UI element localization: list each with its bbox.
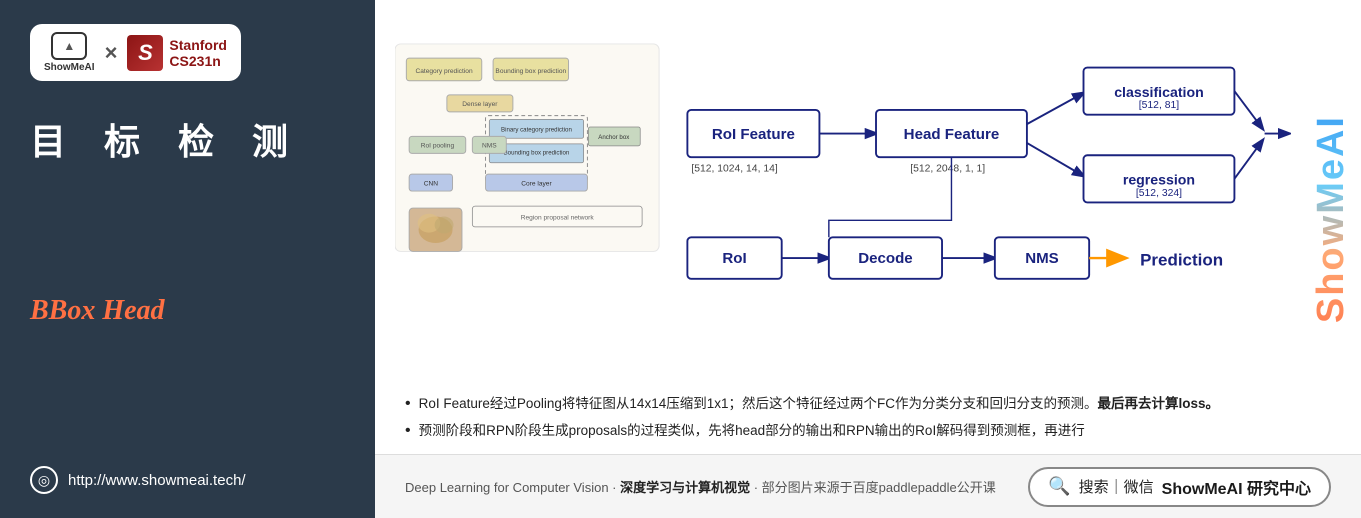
bullet-2-text: 预测阶段和RPN阶段生成proposals的过程类似，先将head部分的输出和R…: [419, 420, 1085, 442]
svg-text:regression: regression: [1123, 171, 1195, 187]
showmeai-icon: [51, 32, 87, 60]
website-url: http://www.showmeai.tech/: [68, 472, 246, 489]
logo-area: ShowMeAI × S Stanford CS231n: [30, 24, 241, 81]
svg-text:Bounding box prediction: Bounding box prediction: [504, 149, 570, 156]
bullet-dot-2: •: [405, 420, 411, 442]
stanford-letter: S: [127, 35, 163, 71]
link-icon: ◎: [30, 466, 58, 494]
right-panel: ShowMeAI Category prediction Bounding bo…: [375, 0, 1361, 518]
bbox-head-title: BBox Head: [30, 295, 165, 327]
svg-text:Core layer: Core layer: [521, 180, 552, 187]
svg-text:RoI pooling: RoI pooling: [421, 143, 455, 150]
svg-text:[512, 81]: [512, 81]: [1139, 100, 1179, 111]
content-text: • RoI Feature经过Pooling将特征图从14x14压缩到1x1；然…: [375, 385, 1361, 454]
showmeai-logo: ShowMeAI: [44, 32, 95, 73]
stanford-course: CS231n: [169, 53, 227, 69]
search-icon: 🔍: [1048, 476, 1070, 497]
times-sign: ×: [105, 40, 118, 66]
diagram-area: Category prediction Bounding box predict…: [375, 0, 1361, 385]
svg-text:[512, 324]: [512, 324]: [1136, 188, 1182, 199]
title-chinese: 目 标 检 测: [30, 113, 302, 165]
svg-text:Decode: Decode: [858, 250, 912, 267]
svg-text:Head Feature: Head Feature: [904, 126, 1000, 143]
bullet-2: • 预测阶段和RPN阶段生成proposals的过程类似，先将head部分的输出…: [405, 420, 1291, 442]
svg-text:RoI: RoI: [722, 250, 746, 267]
svg-text:Binary category prediction: Binary category prediction: [501, 127, 572, 134]
svg-text:Dense layer: Dense layer: [462, 101, 498, 108]
svg-text:[512, 1024, 14, 14]: [512, 1024, 14, 14]: [691, 163, 778, 174]
svg-text:Prediction: Prediction: [1140, 251, 1223, 270]
search-brand: ShowMeAI 研究中心: [1162, 475, 1311, 499]
svg-text:Bounding box prediction: Bounding box prediction: [495, 68, 566, 75]
svg-text:Category prediction: Category prediction: [415, 68, 473, 75]
svg-text:[512, 2048, 1, 1]: [512, 2048, 1, 1]: [910, 163, 985, 174]
footer: Deep Learning for Computer Vision · 深度学习…: [375, 454, 1361, 518]
svg-text:NMS: NMS: [1025, 250, 1059, 267]
svg-text:CNN: CNN: [424, 180, 439, 187]
svg-text:classification: classification: [1114, 84, 1204, 100]
svg-text:Anchor box: Anchor box: [598, 134, 629, 141]
bullet-1: • RoI Feature经过Pooling将特征图从14x14压缩到1x1；然…: [405, 393, 1291, 415]
subtitle-section: BBox Head: [30, 295, 165, 327]
svg-text:RoI Feature: RoI Feature: [712, 126, 795, 143]
watermark-text: ShowMeAI: [1310, 115, 1353, 323]
bullet-dot-1: •: [405, 393, 411, 415]
diagram-svg: Category prediction Bounding box predict…: [395, 16, 1291, 336]
svg-text:NMS: NMS: [482, 143, 497, 150]
search-box[interactable]: 🔍 搜索｜微信 ShowMeAI 研究中心: [1028, 467, 1331, 507]
showmeai-text-label: ShowMeAI: [44, 62, 95, 73]
bullet-1-text: RoI Feature经过Pooling将特征图从14x14压缩到1x1；然后这…: [419, 393, 1219, 415]
left-panel: ShowMeAI × S Stanford CS231n 目 标 检 测 BBo…: [0, 0, 375, 518]
search-label: 搜索｜微信: [1079, 476, 1154, 497]
footer-main-text: Deep Learning for Computer Vision · 深度学习…: [405, 477, 996, 496]
stanford-name: Stanford: [169, 37, 227, 53]
stanford-logo: S Stanford CS231n: [127, 35, 227, 71]
website-link[interactable]: ◎ http://www.showmeai.tech/: [30, 466, 246, 494]
watermark: ShowMeAI: [1301, 0, 1361, 438]
svg-text:Region proposal network: Region proposal network: [521, 214, 595, 221]
